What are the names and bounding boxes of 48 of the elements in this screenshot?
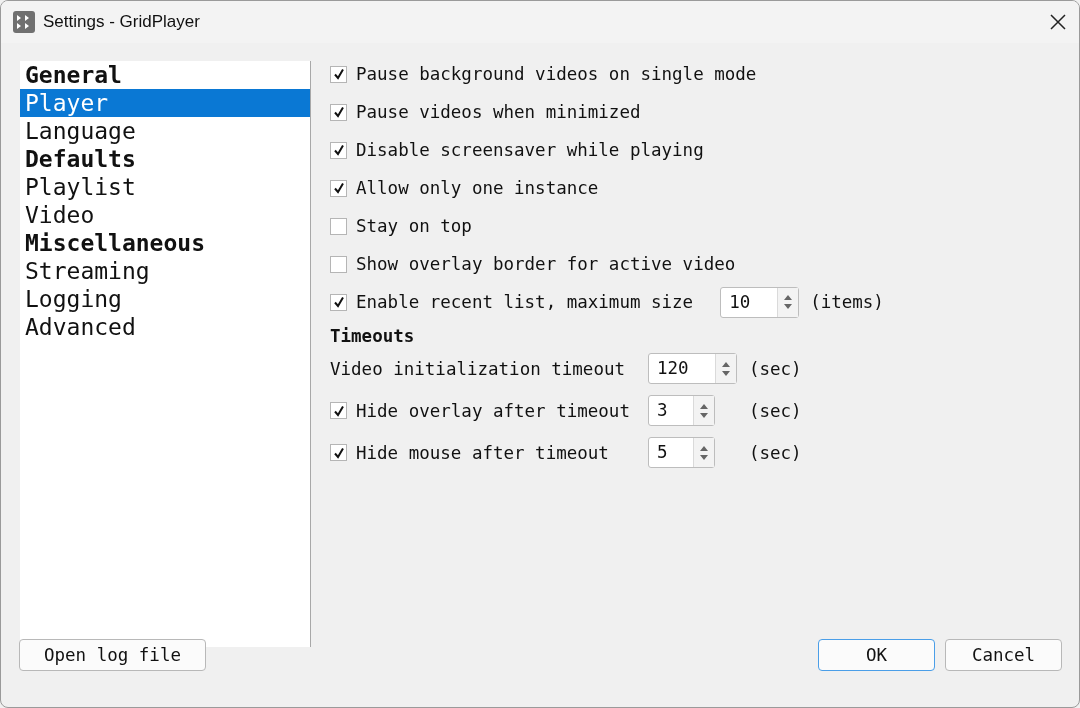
category-item[interactable]: Playlist	[20, 173, 310, 201]
checkbox[interactable]	[330, 141, 347, 159]
number-spinbox[interactable]: 3	[647, 395, 715, 426]
checkbox[interactable]	[330, 293, 347, 311]
spin-arrows-icon[interactable]	[720, 360, 731, 377]
ok-button[interactable]: OK	[818, 639, 935, 671]
close-icon[interactable]	[1049, 13, 1067, 31]
category-item[interactable]: Player	[20, 89, 310, 117]
number-spinbox[interactable]: 10	[720, 286, 800, 318]
number-spinbox[interactable]: 120	[647, 353, 737, 384]
open-log-button[interactable]: Open log file	[19, 639, 206, 671]
category-item[interactable]: Miscellaneous	[20, 229, 310, 257]
checkbox[interactable]	[330, 255, 347, 273]
spin-arrows-icon[interactable]	[698, 444, 709, 461]
checkbox[interactable]	[330, 217, 347, 235]
section-heading: Timeouts	[330, 325, 416, 348]
option-label: Hide mouse after timeout	[356, 442, 609, 463]
spin-arrows-icon[interactable]	[698, 402, 709, 419]
number-spinbox[interactable]: 5	[647, 437, 715, 468]
option-label: Show overlay border for active video	[356, 254, 736, 274]
window-title: Settings - GridPlayer	[43, 12, 201, 32]
option-label: Enable recent list, maximum size	[356, 292, 694, 312]
category-item[interactable]: Logging	[20, 285, 310, 313]
category-item[interactable]: Streaming	[20, 257, 310, 285]
checkbox[interactable]	[330, 444, 347, 461]
checkbox[interactable]	[330, 103, 347, 121]
option-label: Stay on top	[356, 216, 472, 236]
option-label: Pause videos when minimized	[356, 102, 641, 122]
category-item[interactable]: Defaults	[20, 145, 310, 173]
checkbox[interactable]	[330, 179, 347, 197]
unit-label: (sec)	[748, 400, 802, 421]
checkbox[interactable]	[330, 65, 347, 83]
spin-arrows-icon[interactable]	[783, 294, 794, 310]
category-item[interactable]: Advanced	[20, 313, 310, 341]
option-label: Video initialization timeout	[330, 358, 625, 379]
app-grid-icon	[13, 11, 35, 33]
unit-label: (sec)	[748, 358, 802, 379]
category-item[interactable]: General	[20, 61, 310, 89]
category-item[interactable]: Video	[20, 201, 310, 229]
cancel-button[interactable]: Cancel	[945, 639, 1062, 671]
option-label: Disable screensaver while playing	[356, 140, 704, 160]
option-label: Hide overlay after timeout	[356, 400, 630, 421]
checkbox[interactable]	[330, 402, 347, 419]
unit-label: (items)	[810, 292, 884, 312]
unit-label: (sec)	[748, 442, 802, 463]
option-label: Allow only one instance	[356, 178, 599, 198]
category-item[interactable]: Language	[20, 117, 310, 145]
option-label: Pause background videos on single mode	[356, 64, 757, 84]
